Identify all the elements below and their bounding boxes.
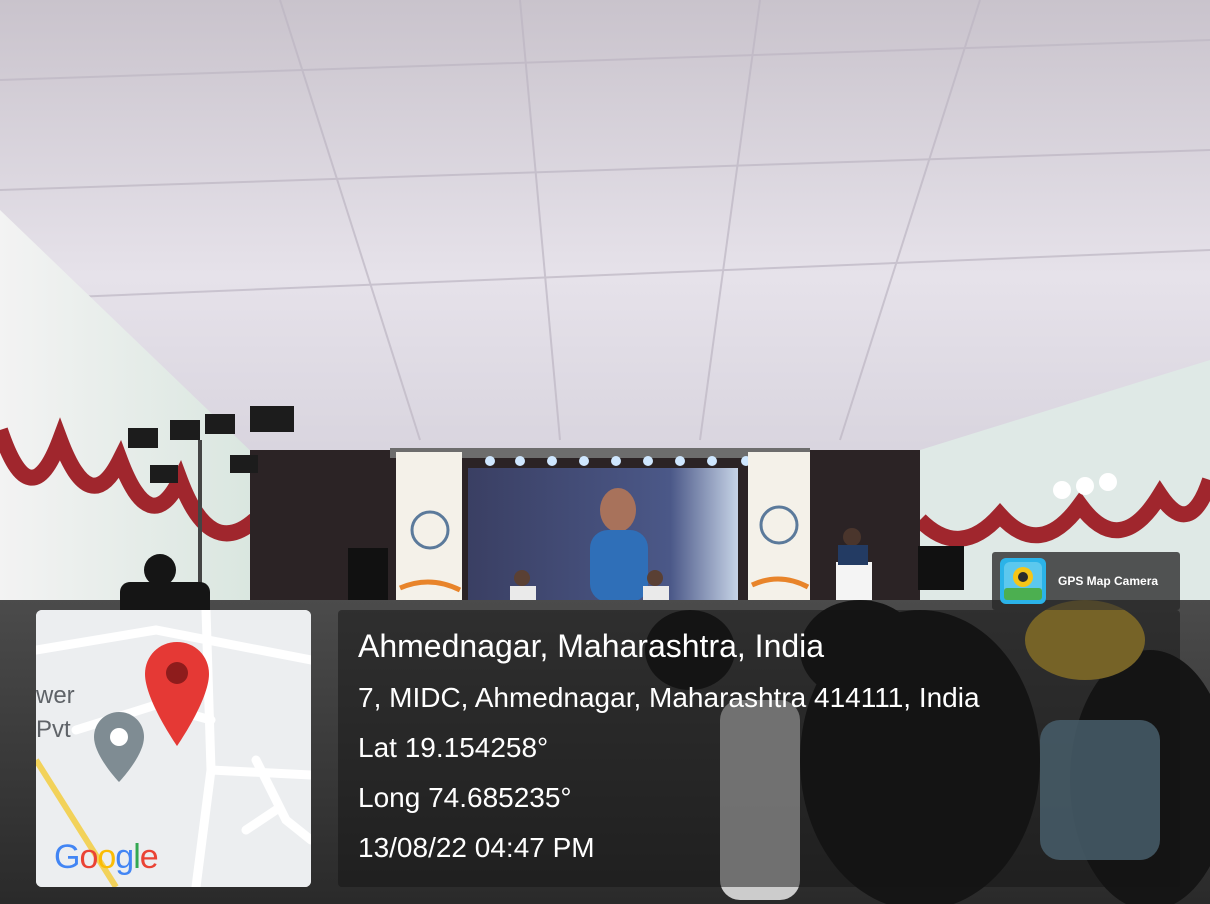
red-location-pin-icon [145, 642, 209, 746]
map-label-partial-1: wer [36, 682, 75, 709]
location-address: 7, MIDC, Ahmednagar, Maharashtra 414111,… [358, 682, 980, 713]
map-label-partial-2: Pvt [36, 716, 71, 743]
gray-location-marker-icon [94, 712, 144, 782]
gps-map-camera-app-icon [1000, 558, 1046, 604]
gps-map-camera-badge: GPS Map Camera [992, 552, 1180, 610]
location-longitude: Long 74.685235° [358, 782, 572, 813]
map-thumbnail: wer Pvt Google [36, 610, 311, 887]
location-info-box: Ahmednagar, Maharashtra, India 7, MIDC, … [338, 610, 1180, 887]
location-city: Ahmednagar, Maharashtra, India [358, 628, 825, 664]
google-logo: Google [54, 838, 159, 876]
location-datetime: 13/08/22 04:47 PM [358, 832, 595, 863]
gps-map-camera-label: GPS Map Camera [1058, 574, 1159, 588]
speaker-left [348, 548, 388, 600]
right-banner [748, 452, 810, 610]
location-latitude: Lat 19.154258° [358, 732, 549, 763]
speaker-right [918, 546, 964, 590]
